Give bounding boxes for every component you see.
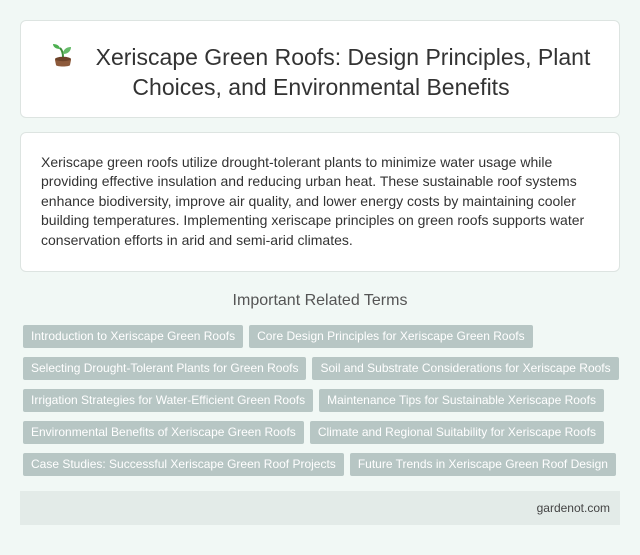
page-title-text: Xeriscape Green Roofs: Design Principles…	[95, 44, 591, 100]
title-wrap: Xeriscape Green Roofs: Design Principles…	[21, 21, 621, 102]
related-term-tag[interactable]: Soil and Substrate Considerations for Xe…	[312, 357, 619, 380]
related-term-tag[interactable]: Selecting Drought-Tolerant Plants for Gr…	[23, 357, 307, 380]
footer-site-link[interactable]: gardenot.com	[537, 501, 610, 515]
related-term-tag[interactable]: Maintenance Tips for Sustainable Xerisca…	[319, 389, 604, 412]
related-term-tag[interactable]: Case Studies: Successful Xeriscape Green…	[23, 453, 344, 476]
related-term-tag[interactable]: Climate and Regional Suitability for Xer…	[309, 421, 604, 444]
related-terms-heading: Important Related Terms	[232, 292, 408, 309]
related-terms-list: Introduction to Xeriscape Green Roofs Co…	[23, 325, 623, 476]
related-term-tag[interactable]: Future Trends in Xeriscape Green Roof De…	[349, 453, 616, 476]
page-title: Xeriscape Green Roofs: Design Principles…	[41, 42, 601, 102]
related-term-tag[interactable]: Introduction to Xeriscape Green Roofs	[23, 325, 244, 348]
related-term-tag[interactable]: Irrigation Strategies for Water-Efficien…	[23, 389, 314, 412]
related-term-tag[interactable]: Environmental Benefits of Xeriscape Gree…	[23, 421, 304, 444]
description-text: Xeriscape green roofs utilize drought-to…	[41, 154, 585, 248]
related-term-tag[interactable]: Core Design Principles for Xeriscape Gre…	[249, 325, 533, 348]
footer: gardenot.com	[20, 491, 620, 525]
header-card: Xeriscape Green Roofs: Design Principles…	[20, 20, 620, 118]
description-card: Xeriscape green roofs utilize drought-to…	[20, 132, 620, 272]
sprout-icon	[52, 44, 71, 67]
